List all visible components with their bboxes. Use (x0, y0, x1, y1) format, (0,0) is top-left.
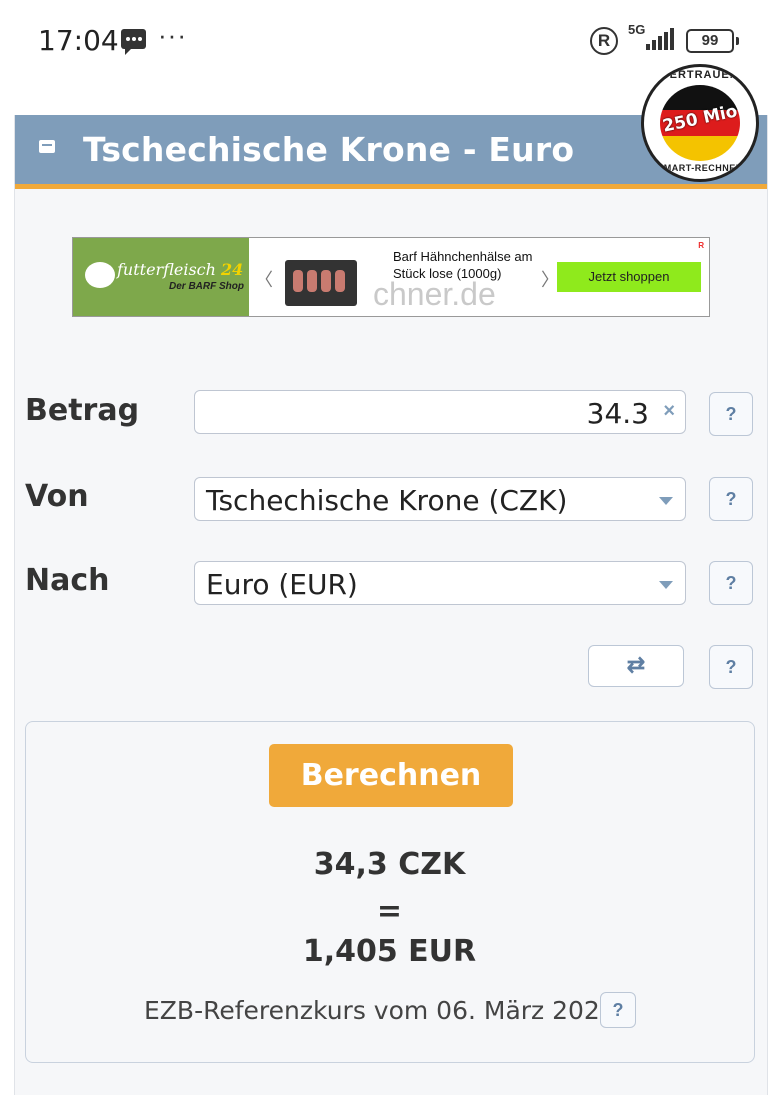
result-panel: Berechnen 34,3 CZK = 1,405 EUR EZB-Refer… (25, 721, 755, 1063)
message-notification-icon (121, 29, 146, 55)
amount-input[interactable]: 34.3 × (194, 390, 686, 434)
dog-logo-icon (85, 262, 115, 288)
adchoices-icon[interactable]: ᴿ (698, 240, 704, 254)
exchange-rate-note: EZB-Referenzkurs vom 06. März 2026 (144, 996, 616, 1025)
chevron-down-icon (659, 581, 673, 589)
status-time: 17:04 (38, 24, 119, 57)
ad-product-image[interactable] (285, 260, 357, 306)
ad-brand-name: futterfleisch 24 (117, 260, 244, 279)
advertisement-banner[interactable]: futterfleisch 24 Der BARF Shop chner.de … (72, 237, 710, 317)
amount-help-button[interactable]: ? (709, 392, 753, 436)
calculate-button[interactable]: Berechnen (269, 744, 513, 807)
swap-help-button[interactable]: ? (709, 645, 753, 689)
battery-icon: 99 (686, 29, 739, 53)
flag-stripe (660, 135, 740, 161)
print-icon[interactable] (39, 140, 55, 153)
result-equals: = (376, 894, 403, 929)
result-source-amount: 34,3 CZK (313, 847, 466, 882)
to-currency-select[interactable]: Euro (EUR) (194, 561, 686, 605)
status-bar: 17:04 ··· R 5G 99 (0, 0, 781, 80)
converter-card: Tschechische Krone - Euro futterfleisch … (14, 115, 768, 1095)
amount-label: Betrag (25, 393, 140, 428)
registered-icon: R (590, 27, 618, 55)
from-currency-select[interactable]: Tschechische Krone (CZK) (194, 477, 686, 521)
clear-icon[interactable]: × (663, 400, 675, 423)
swap-currencies-button[interactable]: ⇄ (588, 645, 684, 687)
ad-shop-button[interactable]: Jetzt shoppen (557, 262, 701, 292)
result-target-amount: 1,405 EUR (302, 934, 477, 969)
network-type-label: 5G (628, 22, 646, 37)
ad-prev-arrow-icon[interactable]: 〈 (255, 266, 273, 292)
from-currency-value: Tschechische Krone (CZK) (206, 484, 568, 517)
more-notifications-icon: ··· (158, 20, 187, 50)
ad-brand-logo[interactable]: futterfleisch 24 Der BARF Shop (73, 238, 249, 316)
ad-brand-subtitle: Der BARF Shop (169, 281, 244, 292)
page-title: Tschechische Krone - Euro (83, 130, 575, 169)
to-help-button[interactable]: ? (709, 561, 753, 605)
signal-strength-icon (646, 28, 678, 50)
badge-bottom-text: SMART-RECHNER (657, 163, 743, 173)
amount-value: 34.3 (586, 397, 649, 430)
to-label: Nach (25, 563, 110, 598)
swap-icon: ⇄ (626, 652, 646, 677)
from-help-button[interactable]: ? (709, 477, 753, 521)
to-currency-value: Euro (EUR) (206, 568, 358, 601)
ad-product-title[interactable]: Barf Hähnchenhälse am Stück lose (1000g) (393, 248, 543, 282)
badge-top-text: VERTRAUEN (661, 69, 739, 81)
from-label: Von (25, 479, 89, 514)
trust-badge: VERTRAUEN 250 Mio SMART-RECHNER (641, 64, 759, 182)
rate-help-button[interactable]: ? (600, 992, 636, 1028)
chevron-down-icon (659, 497, 673, 505)
